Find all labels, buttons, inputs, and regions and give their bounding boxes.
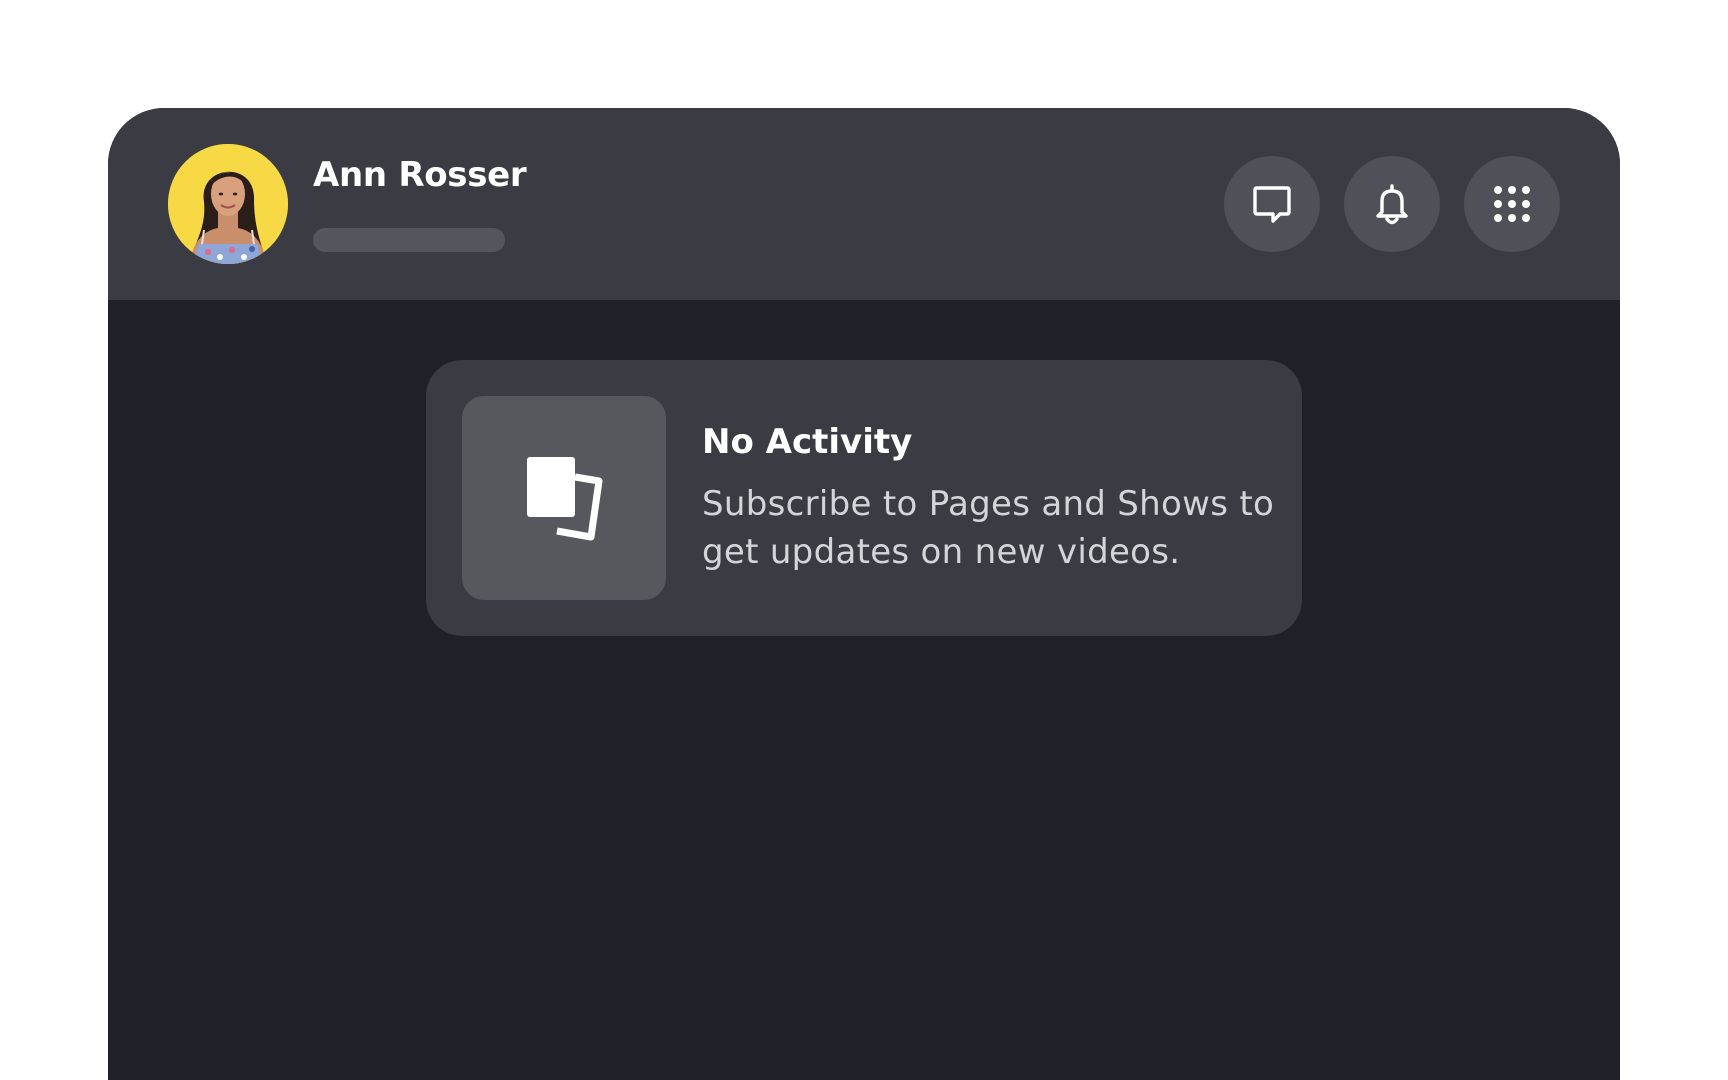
profile-avatar[interactable] bbox=[168, 144, 288, 264]
messages-button[interactable] bbox=[1224, 156, 1320, 252]
app-window: Ann Rosser No Activity Subscribe to Page… bbox=[108, 108, 1620, 1080]
empty-state-title: No Activity bbox=[702, 422, 913, 462]
profile-name[interactable]: Ann Rosser bbox=[313, 158, 527, 192]
profile-header: Ann Rosser bbox=[108, 108, 1620, 300]
empty-activity-card: No Activity Subscribe to Pages and Shows… bbox=[426, 360, 1302, 636]
avatar-photo bbox=[168, 144, 288, 264]
empty-state-description: Subscribe to Pages and Shows to get upda… bbox=[702, 484, 1275, 572]
pages-stack-icon bbox=[527, 457, 603, 541]
chat-bubble-icon bbox=[1253, 186, 1291, 223]
bell-icon bbox=[1376, 184, 1408, 225]
empty-state-icon-box bbox=[462, 396, 666, 600]
profile-subtitle-placeholder bbox=[313, 228, 505, 252]
grid-menu-icon bbox=[1494, 186, 1530, 222]
notifications-button[interactable] bbox=[1344, 156, 1440, 252]
menu-button[interactable] bbox=[1464, 156, 1560, 252]
